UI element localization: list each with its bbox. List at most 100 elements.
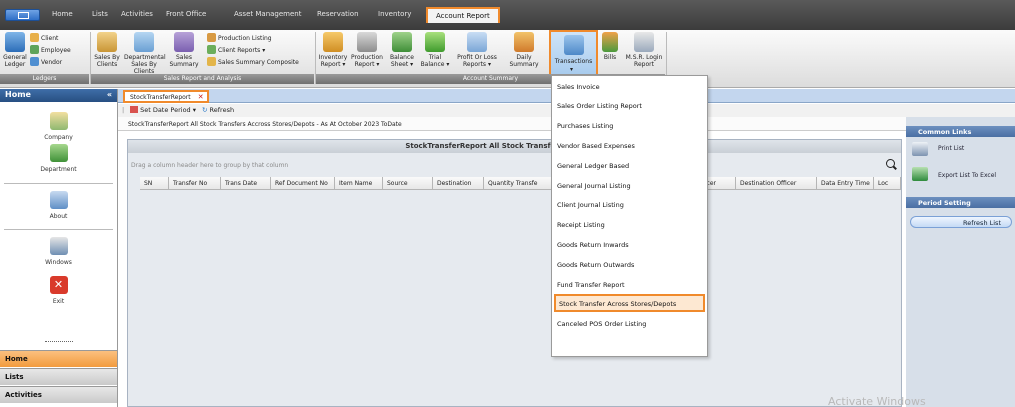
departmental-button[interactable]: Departmental Sales By Clients bbox=[124, 32, 166, 75]
production-listing-button[interactable]: Production Listing bbox=[207, 33, 272, 42]
print-list-link[interactable]: Print List bbox=[938, 145, 964, 152]
menu-item-fund-transfer-report[interactable]: Fund Transfer Report bbox=[554, 275, 705, 293]
column-header[interactable]: Destination bbox=[433, 177, 484, 190]
sidebar-divider bbox=[4, 183, 113, 184]
menu-item-vendor-based-expenses[interactable]: Vendor Based Expenses bbox=[554, 136, 705, 154]
column-header[interactable]: Loc bbox=[874, 177, 901, 190]
tab-front-office[interactable]: Front Office bbox=[166, 10, 206, 18]
sidebar-item-about[interactable]: About bbox=[0, 191, 117, 220]
refresh-icon: ↻ bbox=[202, 106, 208, 114]
balance-sheet-button[interactable]: Balance Sheet ▾ bbox=[388, 32, 416, 68]
sidebar-header: Home « bbox=[0, 89, 117, 102]
export-excel-link[interactable]: Export List To Excel bbox=[938, 172, 996, 179]
period-setting-header[interactable]: Period Setting bbox=[906, 197, 1015, 208]
trial-balance-button[interactable]: Trial Balance ▾ bbox=[420, 32, 450, 68]
chevron-down-icon: ▾ bbox=[570, 66, 574, 73]
tab-lists[interactable]: Lists bbox=[92, 10, 108, 18]
production-listing-icon bbox=[207, 33, 216, 42]
column-header[interactable]: Item Name bbox=[335, 177, 383, 190]
activation-watermark: Activate Windows bbox=[828, 395, 926, 407]
sidebar-item-company[interactable]: Company bbox=[0, 112, 117, 141]
menu-item-general-ledger-based[interactable]: General Ledger Based bbox=[554, 156, 705, 174]
refresh-button[interactable]: ↻ Refresh bbox=[202, 106, 234, 114]
menu-item-goods-return-outwards[interactable]: Goods Return Outwards bbox=[554, 255, 705, 273]
menu-item-general-journal-listing[interactable]: General Journal Listing bbox=[554, 176, 705, 194]
nav-lists[interactable]: Lists bbox=[0, 368, 117, 385]
profit-loss-icon bbox=[467, 32, 487, 52]
report-grid: StockTransferReport All Stock Transfers … bbox=[127, 139, 902, 407]
about-icon bbox=[49, 191, 68, 209]
column-header[interactable]: Ref Document No bbox=[271, 177, 335, 190]
bills-button[interactable]: Bills bbox=[601, 32, 619, 61]
tab-activities[interactable]: Activities bbox=[121, 10, 153, 18]
ribbon: General Ledger Client Employee Vendor Le… bbox=[0, 30, 1015, 88]
vendor-icon bbox=[30, 57, 39, 66]
column-header[interactable]: Source bbox=[383, 177, 433, 190]
daily-summary-button[interactable]: Daily Summary bbox=[503, 32, 545, 68]
tab-asset-management[interactable]: Asset Management bbox=[234, 10, 301, 18]
close-icon[interactable]: ✕ bbox=[198, 93, 204, 101]
set-date-period-button[interactable]: Set Date Period ▾ bbox=[130, 106, 196, 114]
excel-icon bbox=[912, 167, 928, 181]
production-report-button[interactable]: Production Report ▾ bbox=[350, 32, 384, 68]
menu-item-stock-transfer[interactable]: Stock Transfer Across Stores/Depots bbox=[554, 294, 705, 312]
menu-item-client-journal-listing[interactable]: Client Journal Listing bbox=[554, 195, 705, 213]
tab-stock-transfer-report[interactable]: StockTransferReport ✕ bbox=[123, 90, 209, 103]
menu-item-goods-return-inwards[interactable]: Goods Return Inwards bbox=[554, 235, 705, 253]
windows-icon bbox=[49, 237, 68, 255]
client-reports-button[interactable]: Client Reports ▾ bbox=[207, 45, 265, 54]
application-menu-button[interactable] bbox=[5, 9, 40, 21]
sales-summary-icon bbox=[174, 32, 194, 52]
tab-account-report[interactable]: Account Report bbox=[426, 7, 500, 23]
nav-home[interactable]: Home bbox=[0, 350, 117, 367]
bills-icon bbox=[602, 32, 618, 52]
client-button[interactable]: Client bbox=[30, 33, 58, 42]
nav-activities[interactable]: Activities bbox=[0, 386, 117, 403]
collapse-icon[interactable]: « bbox=[107, 90, 112, 99]
group-by-panel[interactable]: Drag a column header here to group by th… bbox=[131, 162, 288, 169]
menu-item-purchases-listing[interactable]: Purchases Listing bbox=[554, 116, 705, 134]
tools-icon bbox=[357, 32, 377, 52]
calendar-icon bbox=[130, 106, 138, 113]
client-icon bbox=[30, 33, 39, 42]
refresh-list-button[interactable]: Refresh List bbox=[910, 216, 1012, 228]
common-links-header[interactable]: Common Links bbox=[906, 126, 1015, 137]
sales-by-clients-button[interactable]: Sales By Clients bbox=[92, 32, 122, 68]
menu-item-sales-invoice[interactable]: Sales Invoice bbox=[554, 77, 705, 95]
printer-icon bbox=[912, 142, 928, 156]
column-header[interactable]: Data Entry Time bbox=[817, 177, 874, 190]
profit-or-loss-button[interactable]: Profit Or Loss Reports ▾ bbox=[455, 32, 499, 68]
column-header[interactable]: Transfer No bbox=[169, 177, 221, 190]
tab-reservation[interactable]: Reservation bbox=[317, 10, 359, 18]
sidebar-item-windows[interactable]: Windows bbox=[0, 237, 117, 266]
menu-item-receipt-listing[interactable]: Receipt Listing bbox=[554, 215, 705, 233]
inventory-report-button[interactable]: Inventory Report ▾ bbox=[318, 32, 348, 68]
transactions-button[interactable]: Transactions ▾ bbox=[549, 30, 598, 76]
general-ledger-button[interactable]: General Ledger bbox=[3, 32, 27, 68]
tab-inventory[interactable]: Inventory bbox=[378, 10, 411, 18]
column-header[interactable]: Quantity Transfe bbox=[484, 177, 552, 190]
column-header[interactable]: Trans Date bbox=[221, 177, 271, 190]
menu-item-canceled-pos-order-listing[interactable]: Canceled POS Order Listing bbox=[554, 314, 705, 332]
sidebar-item-department[interactable]: Department bbox=[0, 144, 117, 173]
departmental-icon bbox=[134, 32, 154, 52]
department-icon bbox=[49, 144, 68, 162]
exit-icon: ✕ bbox=[49, 276, 68, 294]
sales-summary-button[interactable]: Sales Summary bbox=[166, 32, 202, 68]
client-reports-icon bbox=[207, 45, 216, 54]
column-header[interactable]: SN bbox=[140, 177, 169, 190]
sales-by-clients-icon bbox=[97, 32, 117, 52]
trial-balance-icon bbox=[425, 32, 445, 52]
vendor-button[interactable]: Vendor bbox=[30, 57, 62, 66]
employee-button[interactable]: Employee bbox=[30, 45, 71, 54]
menu-item-sales-order-listing[interactable]: Sales Order Listing Report bbox=[554, 96, 705, 114]
sidebar-item-exit[interactable]: ✕ Exit bbox=[0, 276, 117, 305]
inventory-icon bbox=[323, 32, 343, 52]
tab-home[interactable]: Home bbox=[52, 10, 73, 18]
search-icon[interactable] bbox=[886, 159, 895, 168]
splitter-grip[interactable] bbox=[45, 341, 73, 344]
employee-icon bbox=[30, 45, 39, 54]
msr-login-report-button[interactable]: M.S.R. Login Report bbox=[623, 32, 665, 68]
sales-summary-composite-button[interactable]: Sales Summary Composite bbox=[207, 57, 299, 66]
column-header[interactable]: Destination Officer bbox=[736, 177, 817, 190]
